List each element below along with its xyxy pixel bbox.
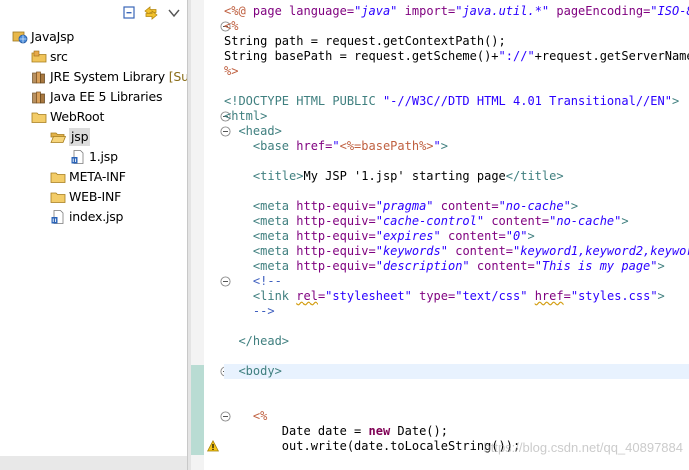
source-folder-icon xyxy=(31,50,47,63)
project-explorer: JavaJsp src JRE System Library [Su Java EE … xyxy=(0,0,187,470)
tree-item-label: 1.jsp xyxy=(89,149,118,164)
code-line: Date date = new Date(); xyxy=(224,424,448,438)
library-icon xyxy=(32,91,45,104)
tree-item-index-jsp[interactable]: index.jsp xyxy=(0,207,187,227)
tree-item-label: src xyxy=(50,49,68,64)
explorer-bottom-bar xyxy=(0,456,187,470)
jsp-editor[interactable]: <%@ page language="java" import="java.ut… xyxy=(191,0,689,470)
tree-item-java-ee-5-libraries[interactable]: Java EE 5 Libraries xyxy=(0,87,187,107)
code-line: <body> xyxy=(224,364,282,378)
tree-item-label: Java EE 5 Libraries xyxy=(50,89,163,104)
tree-item-jre-system-library[interactable]: JRE System Library [Su xyxy=(0,67,187,87)
code-line: <!-- xyxy=(224,274,282,288)
ruler-highlight xyxy=(191,365,204,455)
folder-icon xyxy=(31,112,47,123)
tree-item-label: WEB-INF xyxy=(69,189,122,204)
library-icon xyxy=(32,71,45,84)
tree-item-label: WebRoot xyxy=(50,109,105,124)
code-line: <meta http-equiv="keywords" content="key… xyxy=(224,244,689,258)
jsp-file-icon xyxy=(51,210,64,224)
tree-item-label: META-INF xyxy=(69,169,126,184)
tree-item-label: JRE System Library [Su xyxy=(50,69,187,84)
code-line: </head> xyxy=(224,334,290,348)
tree-item-meta-inf[interactable]: META-INF xyxy=(0,167,187,187)
code-line: <meta http-equiv="expires" content="0"> xyxy=(224,229,535,243)
tree-item-1-jsp[interactable]: 1.jsp xyxy=(0,147,187,167)
watermark-text: https://blog.csdn.net/qq_40897884 xyxy=(483,440,684,455)
code-line: String basePath = request.getScheme()+":… xyxy=(224,49,689,63)
code-line: out.write(date.toLocaleString()); xyxy=(224,439,521,453)
code-line: <% xyxy=(224,19,239,33)
code-line: <%@ page language="java" import="java.ut… xyxy=(224,4,689,18)
code-line: String path = request.getContextPath(); xyxy=(224,34,506,48)
tree-item-jsp[interactable]: jsp xyxy=(0,127,187,147)
tree-item-decoration: [Su xyxy=(168,69,187,84)
collapse-all-icon[interactable] xyxy=(121,5,137,21)
tree-item-label: JavaJsp xyxy=(31,29,75,44)
code-line: <base href="<%=basePath%>"> xyxy=(224,139,448,153)
code-line: <title>My JSP '1.jsp' starting page</tit… xyxy=(224,169,564,183)
tree-item-web-inf[interactable]: WEB-INF xyxy=(0,187,187,207)
link-with-editor-icon[interactable] xyxy=(143,5,159,21)
code-line: <meta http-equiv="cache-control" content… xyxy=(224,214,629,228)
tree-item-webroot[interactable]: WebRoot xyxy=(0,107,187,127)
code-line: <% xyxy=(224,409,268,423)
code-area[interactable]: <%@ page language="java" import="java.ut… xyxy=(224,0,689,470)
code-line: %> xyxy=(224,64,239,78)
web-project-icon xyxy=(12,31,28,44)
folder-icon xyxy=(50,172,66,183)
view-menu-chevron-icon[interactable] xyxy=(166,5,182,21)
code-line: <html> xyxy=(224,109,268,123)
code-line: <link rel="stylesheet" type="text/css" h… xyxy=(224,289,665,303)
explorer-toolbar xyxy=(0,0,187,26)
editor-gutter xyxy=(204,0,231,470)
jsp-file-icon xyxy=(71,150,84,164)
current-line-highlight xyxy=(224,364,689,379)
code-line: <head> xyxy=(224,124,282,138)
tree-item-label: index.jsp xyxy=(69,209,124,224)
annotation-ruler xyxy=(191,0,204,470)
code-line: <meta http-equiv="pragma" content="no-ca… xyxy=(224,199,579,213)
open-folder-icon xyxy=(50,132,66,143)
warning-icon[interactable] xyxy=(207,440,219,452)
tree-item-label: jsp xyxy=(69,128,91,146)
code-line: --> xyxy=(224,304,275,318)
tree-item-src[interactable]: src xyxy=(0,47,187,67)
code-line: <!DOCTYPE HTML PUBLIC "-//W3C//DTD HTML … xyxy=(224,94,680,108)
tree-item-javajsp[interactable]: JavaJsp xyxy=(0,27,187,47)
folder-icon xyxy=(50,192,66,203)
code-line: <meta http-equiv="description" content="… xyxy=(224,259,665,273)
